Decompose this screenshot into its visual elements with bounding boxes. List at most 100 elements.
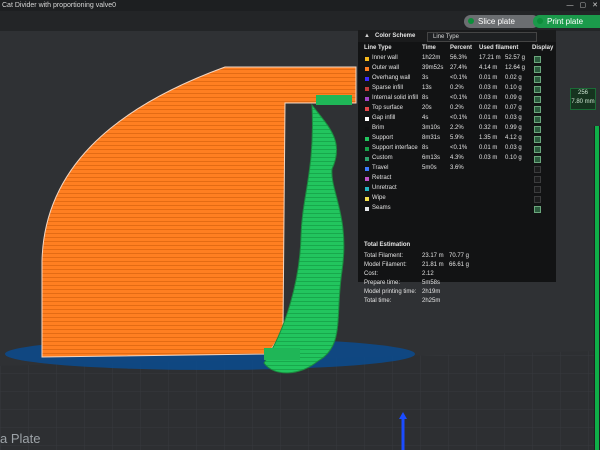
legend-row: Custom 6m13s 4.3% 0.03 m 0.10 g	[358, 154, 556, 164]
display-checkbox[interactable]	[534, 146, 541, 153]
legend-used-g: 0.07 g	[505, 105, 522, 111]
legend-used-g: 0.10 g	[505, 85, 522, 91]
legend-percent: 27.4%	[450, 65, 468, 71]
total-v1: 2.12	[422, 271, 434, 277]
legend-row: Gap infill 4s <0.1% 0.01 m 0.03 g	[358, 114, 556, 124]
total-label: Total Filament:	[364, 253, 404, 259]
legend-used-g: 0.09 g	[505, 95, 522, 101]
layer-slider-thumb[interactable]	[595, 126, 599, 450]
slice-icon	[468, 18, 474, 24]
layer-badge: 256 7.80 mm	[570, 88, 596, 110]
legend-name: Seams	[372, 205, 391, 211]
legend-name: Sparse infill	[372, 85, 404, 91]
legend-percent: 3.6%	[450, 165, 464, 171]
legend-used-m: 0.03 m	[479, 95, 498, 101]
legend-time: 13s	[422, 85, 432, 91]
legend-percent: 5.9%	[450, 135, 464, 141]
legend-used-g: 0.03 g	[505, 115, 522, 121]
display-checkbox[interactable]	[534, 176, 541, 183]
total-v1: 21.81 m	[422, 262, 444, 268]
legend-used-m: 0.32 m	[479, 125, 498, 131]
legend-time: 8s	[422, 145, 429, 151]
legend-time: 3s	[422, 75, 429, 81]
legend-name: Internal solid infill	[372, 95, 419, 101]
display-checkbox[interactable]	[534, 136, 541, 143]
slice-plate-button[interactable]: Slice plate	[464, 15, 539, 28]
legend-row: Travel 5m0s 3.6%	[358, 164, 556, 174]
legend-percent: <0.1%	[450, 75, 468, 81]
legend-swatch	[365, 87, 369, 91]
display-checkbox[interactable]	[534, 206, 541, 213]
legend-swatch	[365, 197, 369, 201]
legend-swatch	[365, 167, 369, 171]
legend-swatch	[365, 187, 369, 191]
total-v1: 23.17 m	[422, 253, 444, 259]
legend-name: Retract	[372, 175, 392, 181]
display-checkbox[interactable]	[534, 106, 541, 113]
legend-name: Travel	[372, 165, 389, 171]
col-used-filament: Used filament	[479, 45, 519, 51]
legend-percent: 56.3%	[450, 55, 468, 61]
display-checkbox[interactable]	[534, 156, 541, 163]
legend-swatch	[365, 77, 369, 81]
legend-used-m: 0.02 m	[479, 105, 498, 111]
col-time: Time	[422, 45, 436, 51]
legend-name: Support interface	[372, 145, 418, 151]
print-plate-button[interactable]: Print plate	[533, 15, 600, 28]
legend-time: 20s	[422, 105, 432, 111]
slice-plate-label: Slice plate	[478, 17, 515, 26]
legend-row: Unretract	[358, 184, 556, 194]
legend-used-m: 0.01 m	[479, 115, 498, 121]
display-checkbox[interactable]	[534, 56, 541, 63]
display-checkbox[interactable]	[534, 116, 541, 123]
legend-panel: ▲ Color Scheme Line Type Line Type Time …	[358, 30, 556, 304]
legend-row: Outer wall 39m52s 27.4% 4.14 m 12.64 g	[358, 64, 556, 74]
total-v2: 66.61 g	[449, 262, 470, 268]
display-checkbox[interactable]	[534, 66, 541, 73]
legend-swatch	[365, 117, 369, 121]
total-label: Cost:	[364, 271, 379, 277]
legend-name: Overhang wall	[372, 75, 411, 81]
line-type-selected: Line Type	[433, 34, 459, 40]
print-icon	[537, 18, 543, 24]
legend-row: Overhang wall 3s <0.1% 0.01 m 0.02 g	[358, 74, 556, 84]
legend-used-g: 0.10 g	[505, 155, 522, 161]
layer-slider[interactable]	[594, 126, 600, 450]
close-icon[interactable]: ✕	[592, 0, 598, 11]
display-checkbox[interactable]	[534, 196, 541, 203]
col-percent: Percent	[450, 45, 473, 51]
total-v2: 70.77 g	[449, 253, 470, 259]
legend-used-g: 4.12 g	[505, 135, 522, 141]
display-checkbox[interactable]	[534, 186, 541, 193]
total-v1: 2h25m	[422, 298, 441, 304]
print-plate-label: Print plate	[547, 17, 584, 26]
legend-used-m: 0.01 m	[479, 75, 498, 81]
display-checkbox[interactable]	[534, 126, 541, 133]
total-v1: 5m58s	[422, 280, 441, 286]
legend-percent: <0.1%	[450, 115, 468, 121]
restore-icon[interactable]: ▢	[580, 0, 587, 11]
display-checkbox[interactable]	[534, 86, 541, 93]
display-checkbox[interactable]	[534, 76, 541, 83]
legend-swatch	[365, 137, 369, 141]
total-label: Model printing time:	[364, 289, 417, 295]
line-type-select[interactable]: Line Type	[427, 32, 537, 42]
legend-swatch	[365, 127, 369, 131]
legend-percent: 4.3%	[450, 155, 464, 161]
legend-rows: Inner wall 1h22m 56.3% 17.21 m 52.57 g O…	[358, 54, 556, 214]
legend-name: Brim	[372, 125, 385, 131]
display-checkbox[interactable]	[534, 96, 541, 103]
total-label: Prepare time:	[364, 280, 401, 286]
minimize-icon[interactable]: —	[567, 0, 574, 11]
legend-time: 1h22m	[422, 55, 441, 61]
legend-time: 6m13s	[422, 155, 441, 161]
legend-name: Gap infill	[372, 115, 396, 121]
collapse-icon[interactable]: ▲	[364, 33, 370, 39]
display-checkbox[interactable]	[534, 166, 541, 173]
legend-swatch	[365, 57, 369, 61]
legend-row: Top surface 20s 0.2% 0.02 m 0.07 g	[358, 104, 556, 114]
legend-row: Internal solid infill 8s <0.1% 0.03 m 0.…	[358, 94, 556, 104]
legend-used-g: 0.03 g	[505, 145, 522, 151]
legend-time: 5m0s	[422, 165, 437, 171]
legend-swatch	[365, 147, 369, 151]
